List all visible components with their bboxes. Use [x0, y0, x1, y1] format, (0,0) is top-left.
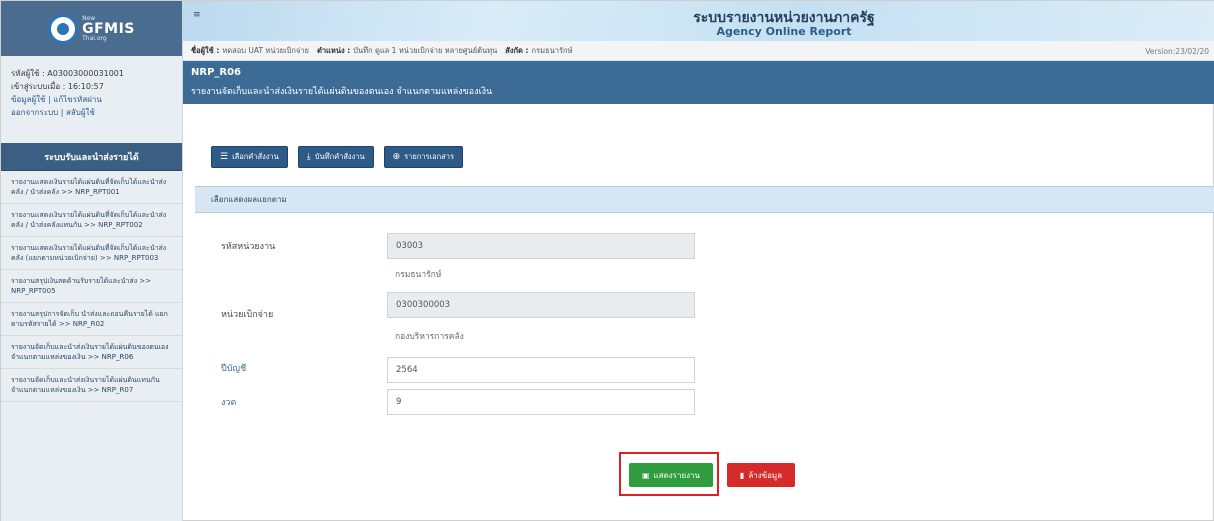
page-title-bar: NRP_R06 รายงานจัดเก็บและนำส่งเงินรายได้แ… — [183, 61, 1214, 104]
fiscal-year-input[interactable]: 2564 — [387, 357, 695, 383]
account-links[interactable]: ข้อมูลผู้ใช้ | แก้ไขรหัสผ่าน — [11, 93, 172, 106]
disbursement-unit-name: กองบริหารการคลัง — [395, 332, 464, 342]
period-input[interactable]: 9 — [387, 389, 695, 415]
system-title-en: Agency Online Report — [716, 25, 852, 38]
gfmis-logo: New GFMIS Thai.org — [48, 13, 135, 44]
user-name: ทดสอบ UAT หน่วยเบิกจ่าย — [222, 45, 309, 55]
user-info: รหัสผู้ใช้ : A03003000031001 เข้าสู่ระบบ… — [1, 56, 182, 143]
login-time: เข้าสู่ระบบเมื่อ : 16:10:57 — [11, 82, 104, 91]
fiscal-year-label: ปีบัญชี — [221, 364, 247, 374]
disbursement-unit-label: หน่วยเบิกจ่าย — [221, 310, 274, 320]
sidebar-section-header[interactable]: ระบบรับและนำส่งรายได้ — [1, 143, 182, 171]
trash-icon: ▮ — [739, 470, 745, 480]
period-label: งวด — [221, 398, 237, 408]
plus-circle-icon: ⊕ — [392, 152, 401, 162]
sidebar-item-nrp-r07[interactable]: รายงานจัดเก็บและนำส่งเงินรายได้แผ่นดินแท… — [1, 369, 182, 402]
logo-area[interactable]: New GFMIS Thai.org — [1, 1, 182, 56]
show-report-button[interactable]: ▣ แสดงรายงาน — [629, 463, 713, 487]
logo-main-text: GFMIS — [82, 20, 135, 37]
clear-data-button[interactable]: ▮ ล้างข้อมูล — [727, 463, 795, 487]
sidebar-item-nrp-r06[interactable]: รายงานจัดเก็บและนำส่งเงินรายได้แผ่นดินขอ… — [1, 336, 182, 369]
sidebar-item-nrp-rpt001[interactable]: รายงานแสดงเงินรายได้แผ่นดินที่จัดเก็บได้… — [1, 171, 182, 204]
document-list-button[interactable]: ⊕ รายการเอกสาร — [383, 146, 463, 168]
gfmis-emblem-icon — [48, 13, 79, 44]
top-header: ≡ ระบบรายงานหน่วยงานภาครัฐ Agency Online… — [183, 1, 1214, 41]
user-status-bar: ชื่อผู้ใช้ : ทดสอบ UAT หน่วยเบิกจ่าย ตำแ… — [183, 41, 1214, 61]
report-description: รายงานจัดเก็บและนำส่งเงินรายได้แผ่นดินขอ… — [191, 87, 493, 97]
folder-icon: ▣ — [641, 470, 650, 480]
save-order-button[interactable]: ⤓ บันทึกคำสั่งงาน — [297, 146, 374, 168]
user-position: บันทึก ดูแล 1 หน่วยเบิกจ่าย หลายศูนย์ต้น… — [353, 45, 498, 55]
agency-code-label: รหัสหน่วยงาน — [221, 242, 276, 252]
logo-sub-text: Thai.org — [82, 34, 107, 42]
select-order-button[interactable]: ☰ เลือกคำสั่งงาน — [211, 146, 288, 168]
session-links[interactable]: ออกจากระบบ | สลับผู้ใช้ — [11, 106, 172, 119]
report-code: NRP_R06 — [191, 67, 242, 78]
agency-code-field[interactable]: 03003 — [387, 233, 695, 259]
user-agency: กรมธนารักษ์ — [531, 45, 573, 55]
sidebar-item-nrp-rpt003[interactable]: รายงานแสดงเงินรายได้แผ่นดินที่จัดเก็บได้… — [1, 237, 182, 270]
app-window: New GFMIS Thai.org รหัสผู้ใช้ : A0300300… — [0, 0, 1214, 521]
version-label: Version:23/02/20 — [1145, 47, 1209, 56]
toolbar: ☰ เลือกคำสั่งงาน ⤓ บันทึกคำสั่งงาน ⊕ ราย… — [211, 146, 463, 168]
sidebar-item-nrp-r02[interactable]: รายงานสรุปการจัดเก็บ นำส่งและถอนคืนรายได… — [1, 303, 182, 336]
agency-name-text: กรมธนารักษ์ — [395, 270, 442, 280]
list-icon: ☰ — [220, 152, 229, 162]
user-id: รหัสผู้ใช้ : A03003000031001 — [11, 69, 124, 78]
filter-panel-header: เลือกแสดงผลแยกตาม — [195, 186, 1214, 213]
sidebar: New GFMIS Thai.org รหัสผู้ใช้ : A0300300… — [1, 1, 183, 521]
download-icon: ⤓ — [306, 152, 311, 162]
sidebar-item-nrp-rpt002[interactable]: รายงานแสดงเงินรายได้แผ่นดินที่จัดเก็บได้… — [1, 204, 182, 237]
disbursement-unit-field[interactable]: 0300300003 — [387, 292, 695, 318]
sidebar-item-nrp-rpt005[interactable]: รายงานสรุปเงินสดด้านรับรายได้และนำส่ง >>… — [1, 270, 182, 303]
